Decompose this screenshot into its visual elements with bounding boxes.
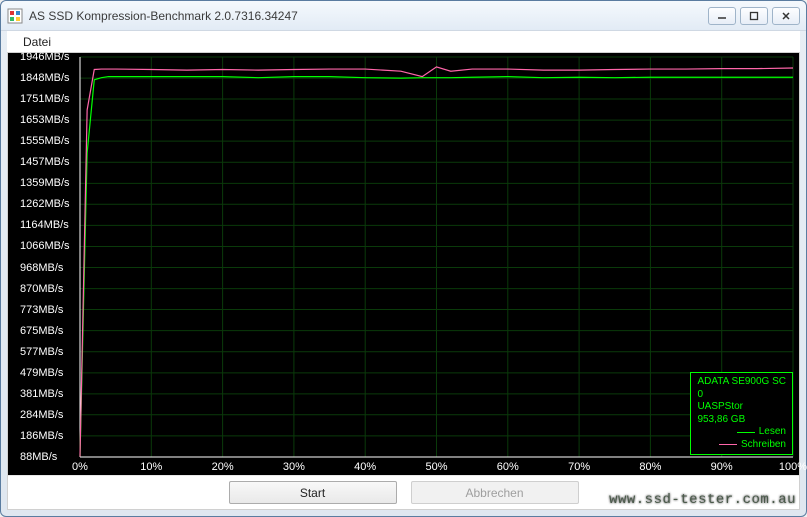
y-tick-label: 186MB/s	[20, 430, 63, 442]
x-tick-label: 70%	[568, 461, 590, 473]
chart-area: ADATA SE900G SC 0 UASPStor 953,86 GB Les…	[8, 53, 799, 475]
y-tick-label: 577MB/s	[20, 346, 63, 358]
y-tick-label: 1555MB/s	[20, 135, 70, 147]
legend-device: ADATA SE900G SC	[697, 376, 786, 389]
legend-write-label: Schreiben	[741, 439, 786, 452]
legend-driver: UASPStor	[697, 401, 786, 414]
x-tick-label: 10%	[140, 461, 162, 473]
app-window: AS SSD Kompression-Benchmark 2.0.7316.34…	[0, 0, 807, 517]
y-tick-label: 479MB/s	[20, 367, 63, 379]
maximize-button[interactable]	[740, 7, 768, 25]
x-tick-label: 60%	[497, 461, 519, 473]
y-tick-label: 1848MB/s	[20, 72, 70, 84]
y-tick-label: 1164MB/s	[20, 219, 69, 231]
y-tick-label: 968MB/s	[20, 262, 63, 274]
y-tick-label: 870MB/s	[20, 283, 63, 295]
window-controls	[708, 7, 800, 25]
y-tick-label: 1262MB/s	[20, 198, 70, 210]
legend-read-swatch	[737, 432, 755, 433]
y-tick-label: 1751MB/s	[20, 93, 70, 105]
legend-read-row: Lesen	[697, 426, 786, 439]
y-tick-label: 675MB/s	[20, 325, 63, 337]
legend-read-label: Lesen	[759, 426, 786, 439]
button-row: Start Abbrechen	[8, 475, 799, 509]
chart-canvas	[8, 53, 799, 475]
legend-device-line2: 0	[697, 389, 786, 402]
legend-write-swatch	[719, 444, 737, 445]
y-tick-label: 1653MB/s	[20, 114, 70, 126]
y-tick-label: 1066MB/s	[20, 240, 70, 252]
x-tick-label: 100%	[779, 461, 807, 473]
x-tick-label: 80%	[639, 461, 661, 473]
y-tick-label: 88MB/s	[20, 451, 57, 463]
x-tick-label: 30%	[283, 461, 305, 473]
close-button[interactable]	[772, 7, 800, 25]
minimize-icon	[717, 11, 727, 21]
window-title: AS SSD Kompression-Benchmark 2.0.7316.34…	[29, 9, 708, 23]
menu-file[interactable]: Datei	[15, 33, 59, 51]
y-tick-label: 773MB/s	[20, 304, 63, 316]
x-tick-label: 50%	[425, 461, 447, 473]
maximize-icon	[749, 11, 759, 21]
x-tick-label: 90%	[711, 461, 733, 473]
x-tick-label: 0%	[72, 461, 88, 473]
menubar: Datei	[7, 31, 800, 53]
y-tick-label: 1457MB/s	[20, 156, 70, 168]
close-icon	[781, 11, 791, 21]
legend-box: ADATA SE900G SC 0 UASPStor 953,86 GB Les…	[690, 372, 793, 455]
x-tick-label: 40%	[354, 461, 376, 473]
legend-capacity: 953,86 GB	[697, 414, 786, 427]
legend-write-row: Schreiben	[697, 439, 786, 452]
client-area: ADATA SE900G SC 0 UASPStor 953,86 GB Les…	[7, 53, 800, 510]
y-tick-label: 284MB/s	[20, 409, 63, 421]
minimize-button[interactable]	[708, 7, 736, 25]
y-tick-label: 1946MB/s	[20, 51, 70, 63]
cancel-button[interactable]: Abbrechen	[411, 481, 579, 504]
y-tick-label: 1359MB/s	[20, 177, 70, 189]
titlebar: AS SSD Kompression-Benchmark 2.0.7316.34…	[1, 1, 806, 31]
x-tick-label: 20%	[212, 461, 234, 473]
y-tick-label: 381MB/s	[20, 388, 63, 400]
start-button[interactable]: Start	[229, 481, 397, 504]
app-icon	[7, 8, 23, 24]
